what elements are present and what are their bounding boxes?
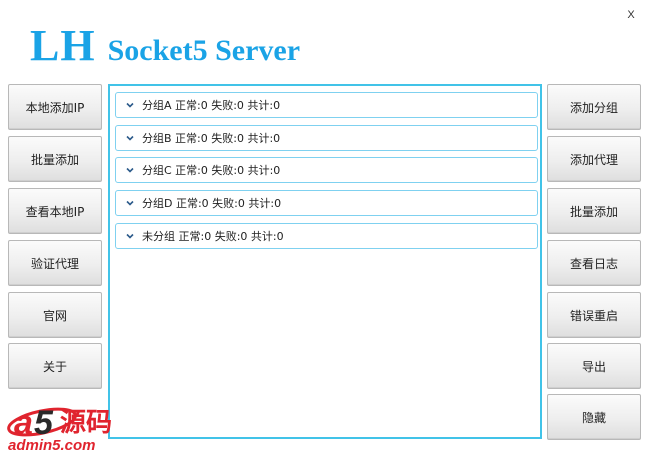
svg-text:源码: 源码 bbox=[60, 408, 112, 438]
chevron-down-icon bbox=[124, 99, 136, 111]
about-button[interactable]: 关于 bbox=[8, 343, 102, 389]
chevron-down-icon bbox=[124, 132, 136, 144]
close-button[interactable]: X bbox=[625, 9, 637, 23]
chevron-down-icon bbox=[124, 197, 136, 209]
app-title-short: LH bbox=[30, 21, 96, 70]
group-row-d[interactable]: 分组D 正常:0 失败:0 共计:0 bbox=[115, 190, 538, 216]
group-row-c[interactable]: 分组C 正常:0 失败:0 共计:0 bbox=[115, 157, 538, 183]
export-button[interactable]: 导出 bbox=[547, 343, 641, 389]
app-title: LH Socket5 Server bbox=[30, 20, 300, 70]
verify-proxy-button[interactable]: 验证代理 bbox=[8, 240, 102, 286]
view-local-ip-button[interactable]: 查看本地IP bbox=[8, 188, 102, 234]
add-local-ip-button[interactable]: 本地添加IP bbox=[8, 84, 102, 130]
group-list-panel: 分组A 正常:0 失败:0 共计:0 分组B 正常:0 失败:0 共计:0 分组… bbox=[108, 84, 542, 439]
group-label: 分组D 正常:0 失败:0 共计:0 bbox=[142, 197, 282, 210]
watermark-logo: a 5 源码 admin5.com bbox=[0, 398, 155, 454]
view-log-button[interactable]: 查看日志 bbox=[547, 240, 641, 286]
error-restart-button[interactable]: 错误重启 bbox=[547, 292, 641, 338]
batch-add-proxy-button[interactable]: 批量添加 bbox=[547, 188, 641, 234]
group-label: 分组A 正常:0 失败:0 共计:0 bbox=[142, 99, 281, 112]
add-proxy-button[interactable]: 添加代理 bbox=[547, 136, 641, 182]
app-title-name: Socket5 Server bbox=[107, 34, 301, 67]
group-row-ungrouped[interactable]: 未分组 正常:0 失败:0 共计:0 bbox=[115, 223, 538, 249]
hide-button[interactable]: 隐藏 bbox=[547, 394, 641, 440]
group-label: 未分组 正常:0 失败:0 共计:0 bbox=[142, 230, 284, 243]
group-row-b[interactable]: 分组B 正常:0 失败:0 共计:0 bbox=[115, 125, 538, 151]
batch-add-button[interactable]: 批量添加 bbox=[8, 136, 102, 182]
svg-text:admin5.com: admin5.com bbox=[8, 437, 96, 454]
add-group-button[interactable]: 添加分组 bbox=[547, 84, 641, 130]
group-label: 分组C 正常:0 失败:0 共计:0 bbox=[142, 164, 281, 177]
chevron-down-icon bbox=[124, 230, 136, 242]
chevron-down-icon bbox=[124, 164, 136, 176]
group-label: 分组B 正常:0 失败:0 共计:0 bbox=[142, 132, 281, 145]
group-row-a[interactable]: 分组A 正常:0 失败:0 共计:0 bbox=[115, 92, 538, 118]
official-site-button[interactable]: 官网 bbox=[8, 292, 102, 338]
